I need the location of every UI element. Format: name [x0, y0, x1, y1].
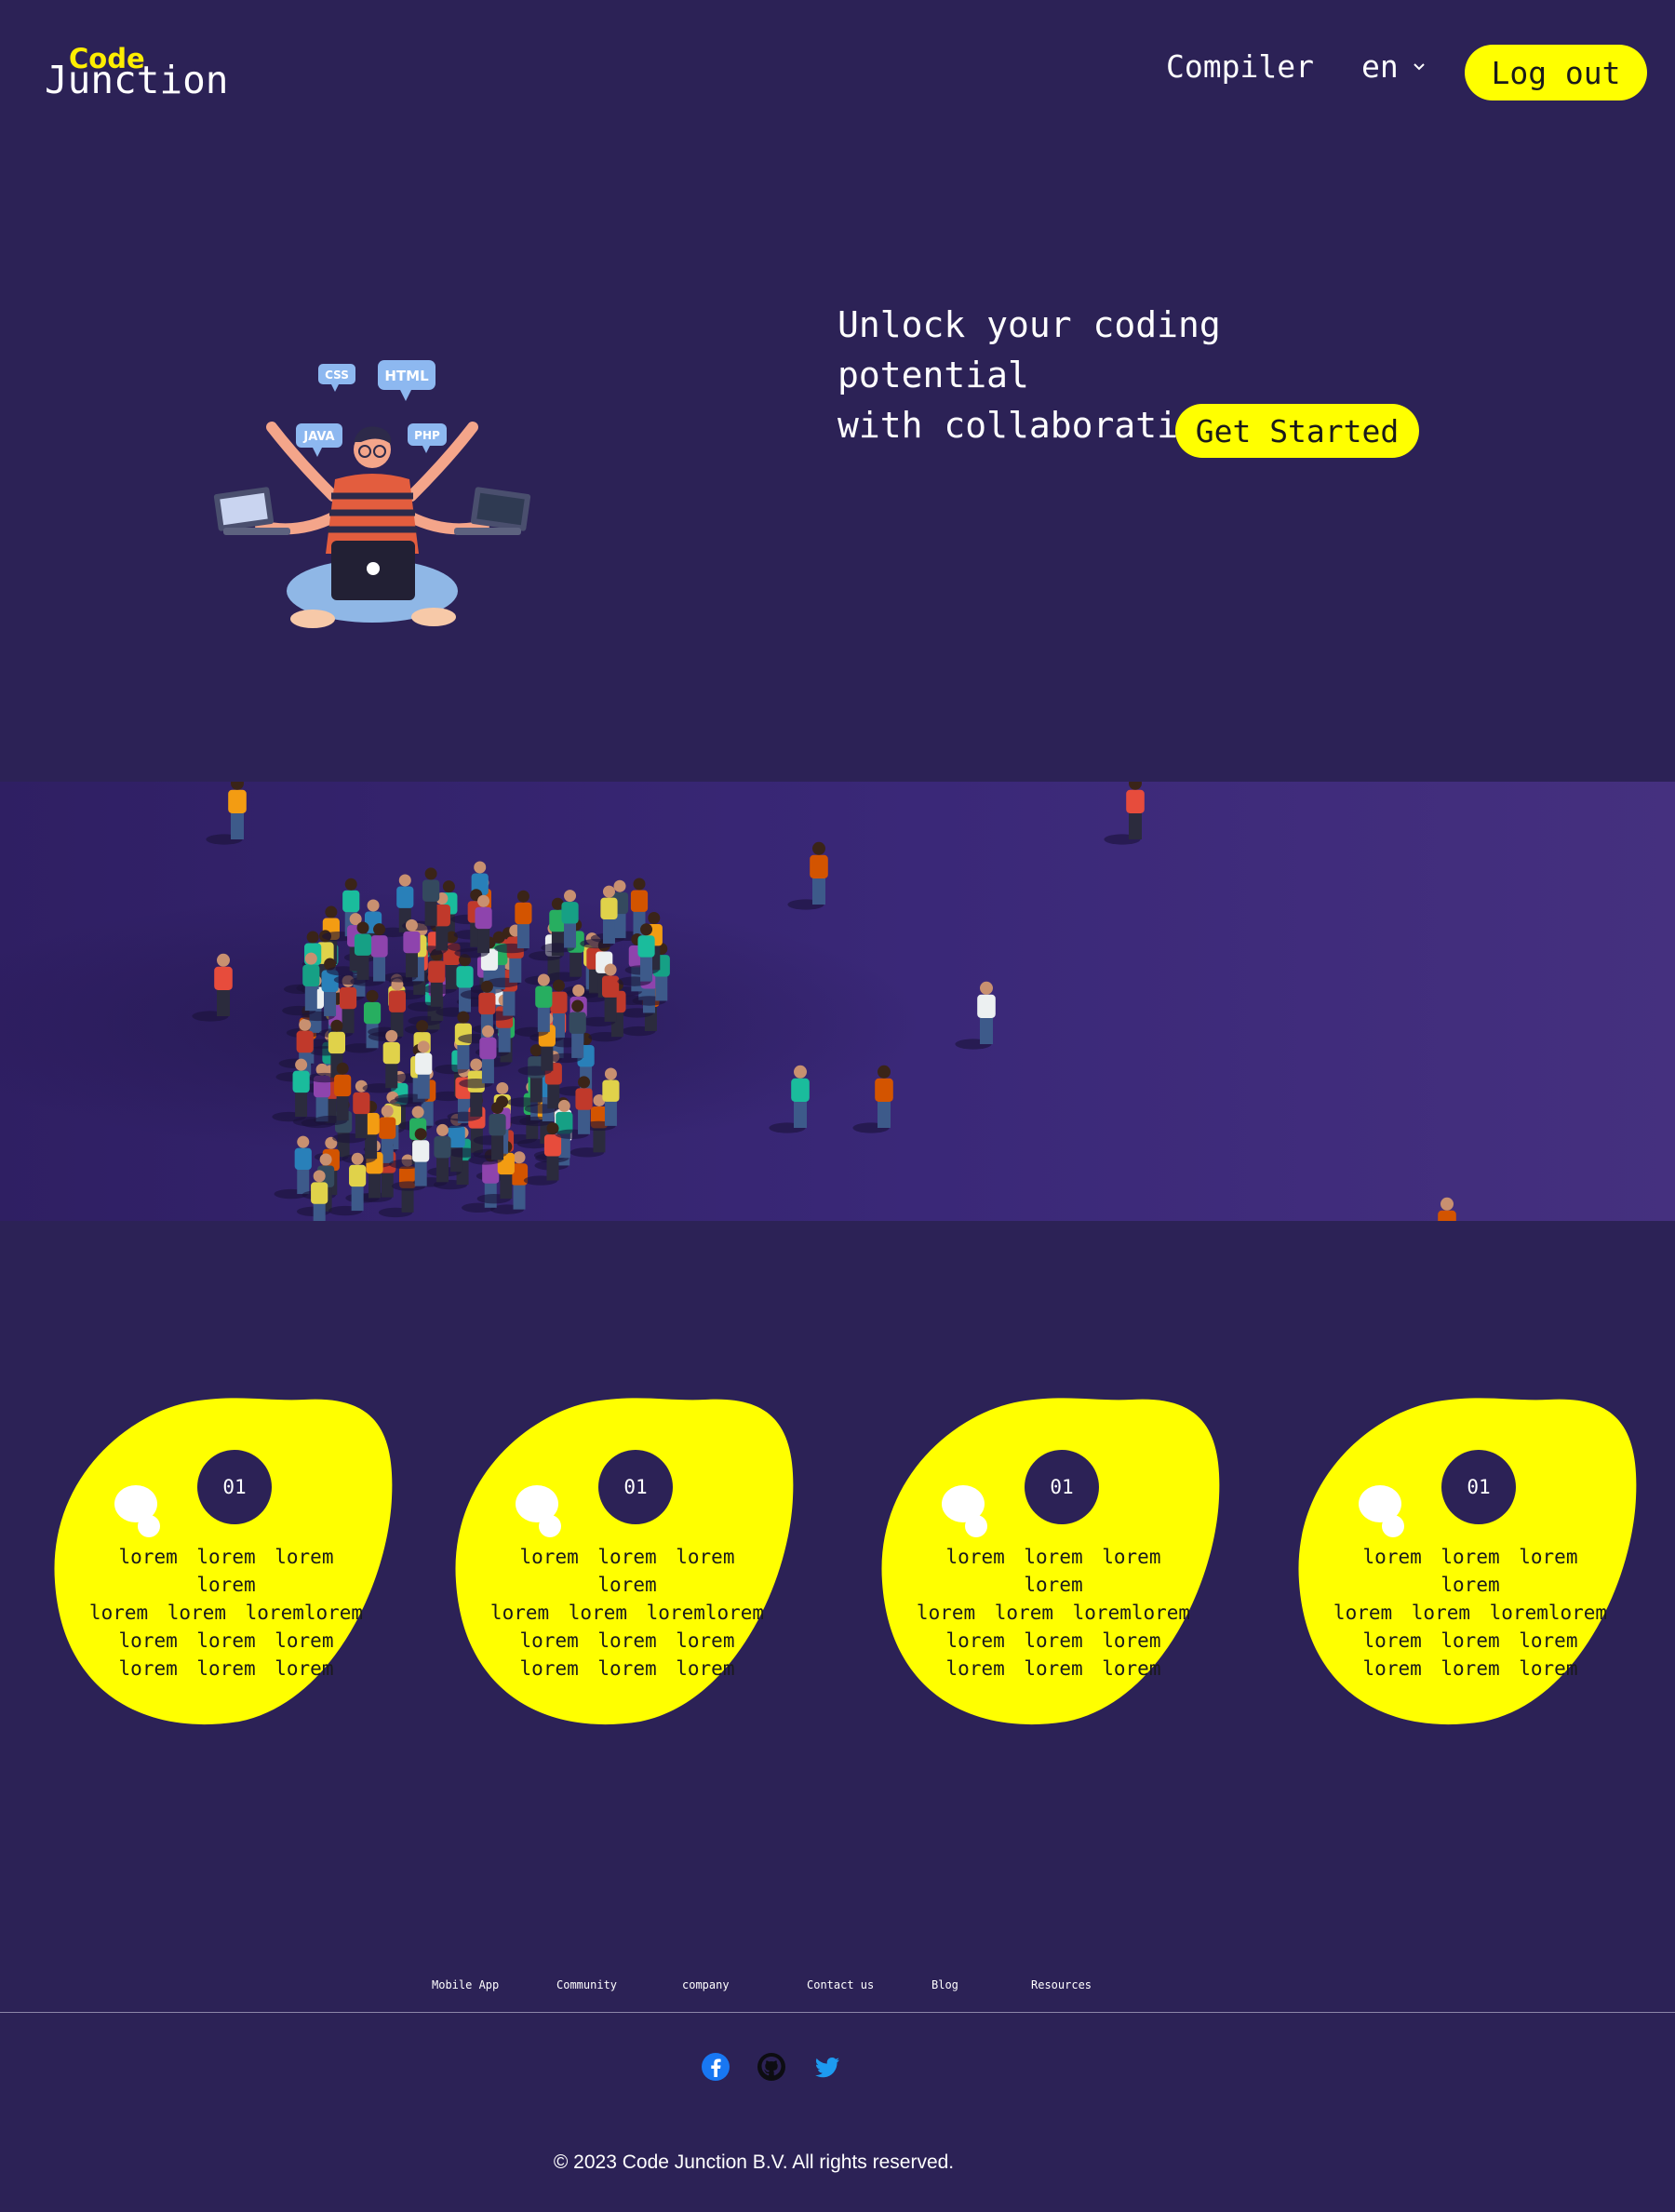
card-number-badge: 01 [1441, 1450, 1516, 1524]
logout-button[interactable]: Log out [1465, 45, 1647, 101]
thought-bubble-icon [1359, 1485, 1404, 1537]
css-tag: CSS [318, 364, 355, 392]
language-value: en [1361, 48, 1399, 85]
thought-bubble-icon [942, 1485, 987, 1537]
get-started-button[interactable]: Get Started [1175, 404, 1419, 458]
php-tag: PHP [408, 423, 447, 453]
crowd-banner-image [0, 782, 1675, 1221]
feature-card-2: 01 lorem lorem lorem lorem lorem lorem l… [454, 1396, 798, 1727]
footer-link-resources[interactable]: Resources [1031, 1978, 1092, 1991]
twitter-icon[interactable] [811, 2051, 843, 2083]
card-number-badge: 01 [1025, 1450, 1099, 1524]
chevron-down-icon [1414, 62, 1425, 70]
crowd-illustration [0, 782, 1675, 1221]
feature-card-1: 01 lorem lorem lorem lorem lorem lorem l… [53, 1396, 397, 1727]
card-number-badge: 01 [598, 1450, 673, 1524]
html-tag: HTML [378, 360, 436, 401]
card-text: lorem lorem lorem lorem lorem lorem lore… [1333, 1546, 1608, 1680]
nav-compiler-link[interactable]: Compiler [1166, 48, 1314, 85]
card-text: lorem lorem lorem lorem lorem lorem lore… [916, 1546, 1191, 1680]
card-text: lorem lorem lorem lorem lorem lorem lore… [88, 1546, 364, 1680]
logo-junction-text: Junction [45, 58, 229, 102]
footer-link-mobile-app[interactable]: Mobile App [432, 1978, 499, 1991]
feature-card-3: 01 lorem lorem lorem lorem lorem lorem l… [880, 1396, 1225, 1727]
svg-text:CSS: CSS [325, 369, 349, 382]
github-icon[interactable] [756, 2051, 787, 2083]
footer-link-blog[interactable]: Blog [931, 1978, 958, 1991]
developer-illustration: CSS HTML JAVA PHP [195, 349, 549, 656]
thought-bubble-icon [114, 1485, 160, 1537]
card-text: lorem lorem lorem lorem lorem lorem lore… [489, 1546, 765, 1680]
footer-link-community[interactable]: Community [556, 1978, 617, 1991]
svg-text:PHP: PHP [414, 429, 440, 442]
copyright-text: © 2023 Code Junction B.V. All rights res… [553, 2152, 955, 2173]
java-tag: JAVA [296, 423, 342, 457]
facebook-icon[interactable] [700, 2051, 731, 2083]
thought-bubble-icon [516, 1485, 561, 1537]
footer-divider [0, 2012, 1675, 2013]
logo[interactable]: Code Junction [45, 43, 240, 102]
card-number-badge: 01 [197, 1450, 272, 1524]
footer-links: Mobile App Community company Contact us … [0, 1978, 1675, 1997]
language-selector[interactable]: en [1361, 48, 1427, 85]
footer-link-contact-us[interactable]: Contact us [807, 1978, 874, 1991]
feature-card-4: 01 lorem lorem lorem lorem lorem lorem l… [1297, 1396, 1642, 1727]
svg-text:JAVA: JAVA [302, 430, 334, 444]
hero-title-line2: with collaboration [838, 405, 1221, 446]
footer-link-company[interactable]: company [682, 1978, 730, 1991]
svg-text:HTML: HTML [384, 368, 429, 384]
hero-title-line1: Unlock your coding potential [838, 304, 1221, 395]
social-links [700, 2051, 843, 2088]
